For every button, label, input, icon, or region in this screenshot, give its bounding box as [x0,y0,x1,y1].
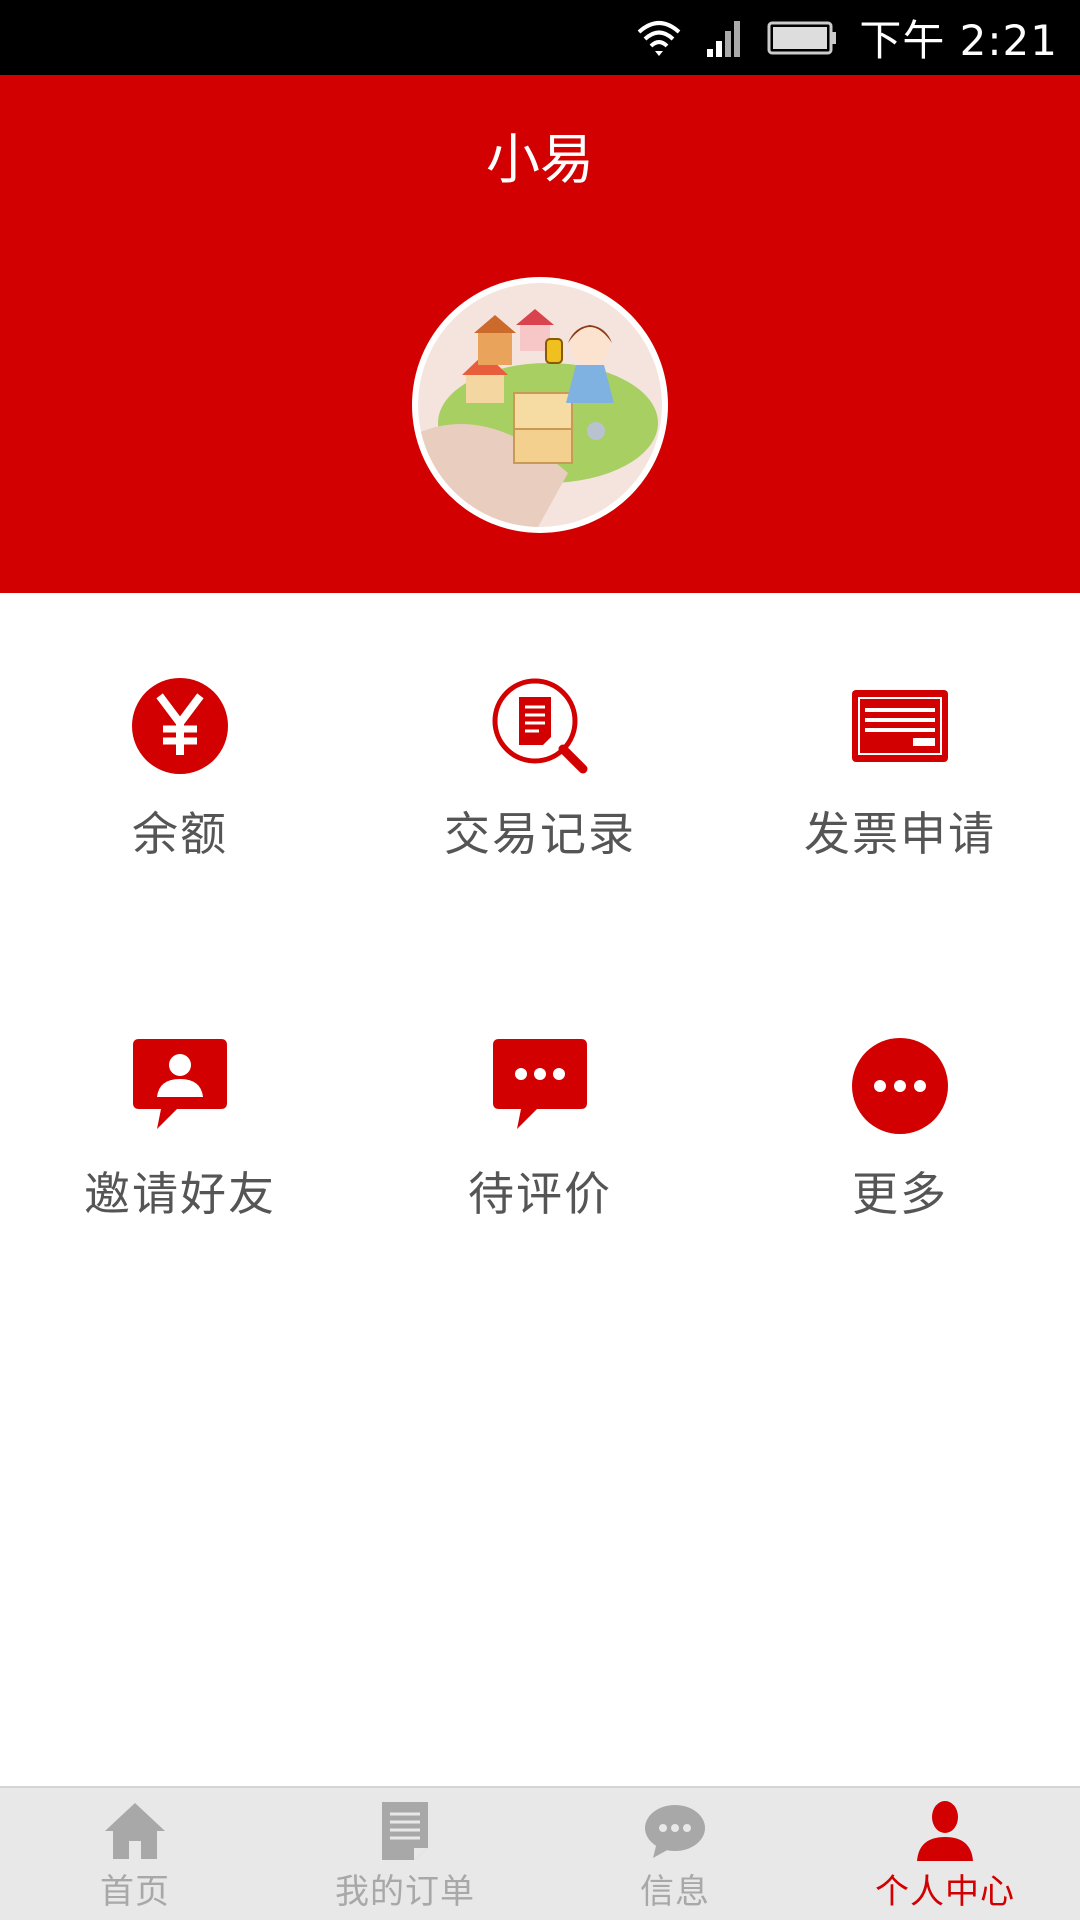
feature-grid: 余额 交易记录 发票申请 邀请好友 待评价 更多 [0,593,1080,1313]
more-label: 更多 [852,1167,948,1221]
pending-review-label: 待评价 [468,1167,612,1221]
invite-user-chat-icon [130,1036,230,1136]
tab-home[interactable]: 首页 [0,1788,270,1920]
page-title: 小易 [486,128,594,191]
screen: 下午 2:21 小易 余额 交易记录 发票申请 邀请好友 待评价 更多 首页 我… [0,0,1080,1920]
avatar[interactable] [412,277,668,533]
transaction-history-label: 交易记录 [444,807,636,861]
tab-my-orders-label: 我的订单 [335,1872,475,1912]
wifi-icon [635,18,683,58]
more-icon [850,1036,950,1136]
status-time: 下午 2:21 [859,16,1058,65]
battery-icon [767,20,837,56]
pending-review-button[interactable]: 待评价 [360,953,720,1313]
invoice-icon [850,676,950,776]
cell-signal-icon [705,19,745,57]
tab-messages-label: 信息 [640,1872,710,1912]
invoice-request-label: 发票申请 [804,807,996,861]
invite-friends-button[interactable]: 邀请好友 [0,953,360,1313]
transaction-history-button[interactable]: 交易记录 [360,593,720,953]
tab-personal-center[interactable]: 个人中心 [810,1788,1080,1920]
comment-bubble-icon [490,1036,590,1136]
bottom-tab-bar: 首页 我的订单 信息 个人中心 [0,1786,1080,1920]
tab-home-label: 首页 [100,1872,170,1912]
balance-button[interactable]: 余额 [0,593,360,953]
tab-personal-center-label: 个人中心 [875,1872,1015,1912]
tab-my-orders[interactable]: 我的订单 [270,1788,540,1920]
search-document-icon [490,676,590,776]
yuan-icon [130,676,230,776]
more-button[interactable]: 更多 [720,953,1080,1313]
person-icon [913,1798,977,1864]
avatar-illustration [418,283,662,527]
status-bar: 下午 2:21 [0,0,1080,75]
message-bubble-icon [643,1798,707,1864]
profile-header: 小易 [0,75,1080,593]
home-icon [103,1798,167,1864]
tab-messages[interactable]: 信息 [540,1788,810,1920]
invoice-request-button[interactable]: 发票申请 [720,593,1080,953]
invite-friends-label: 邀请好友 [84,1167,276,1221]
balance-label: 余额 [132,807,228,861]
order-document-icon [380,1798,430,1864]
